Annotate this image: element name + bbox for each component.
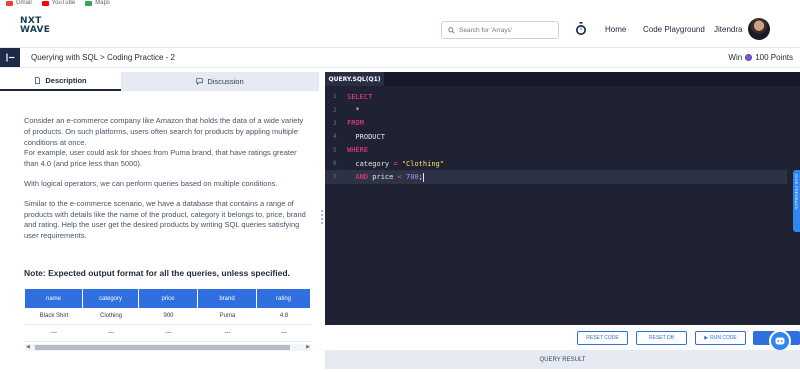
scrollbar-thumb[interactable] [35, 345, 290, 350]
query-result-bar[interactable]: QUERY RESULT [325, 350, 800, 369]
points-badge: Win 100 Points [728, 53, 793, 62]
nav-home[interactable]: Home [605, 25, 626, 34]
search-input[interactable] [459, 26, 554, 34]
table-cell: Clothing [83, 308, 139, 325]
output-format-note: Note: Expected output format for all the… [24, 268, 290, 278]
scroll-left-icon[interactable]: ◀ [26, 344, 30, 351]
reset-db-button[interactable]: RESET DB [636, 331, 687, 345]
collapse-sidebar-icon [5, 53, 14, 62]
table-cell: --- [198, 325, 257, 342]
youtube-icon [41, 0, 49, 6]
code-area[interactable]: 1 SELECT 2 * 3 FROM 4 PRODUCT 5 WHERE 6 cat… [325, 90, 787, 184]
bookmark-youtube[interactable]: YouTube [41, 0, 75, 6]
nxtwave-logo[interactable]: NXT WAVE [20, 17, 50, 35]
column-header: category [83, 289, 139, 308]
user-name[interactable]: Jitendra [714, 25, 742, 34]
text-cursor [422, 172, 424, 182]
description-paragraph: Consider an e-commerce company like Amaz… [24, 116, 304, 147]
description-paragraph: For example, user could ask for shoes fr… [24, 148, 297, 169]
table-cell: Black Shirt [25, 308, 83, 325]
table-cell: --- [25, 325, 83, 342]
bookmarks-bar: Gmail YouTube Maps [0, 0, 800, 9]
code-line: 2 * [333, 106, 360, 115]
chat-bot-icon [775, 337, 785, 345]
code-line: 4 PRODUCT [333, 132, 385, 141]
problem-tabs: Description Discussion [0, 72, 319, 91]
document-icon [35, 77, 41, 84]
coin-icon [745, 54, 753, 61]
tab-description[interactable]: Description [0, 72, 121, 91]
bookmark-gmail[interactable]: Gmail [6, 0, 32, 6]
problem-panel: Description Discussion Consider an e-com… [0, 68, 319, 373]
code-line: 3 FROM [333, 119, 364, 128]
maps-icon [85, 0, 93, 6]
bookmark-maps[interactable]: Maps [85, 0, 110, 6]
search-box[interactable] [441, 21, 559, 39]
table-header: name category price brand rating [25, 289, 311, 308]
table-cell: --- [139, 325, 198, 342]
description-paragraph: Similar to the e-commerce scenario, we h… [24, 198, 306, 241]
code-line: 1 SELECT [333, 92, 373, 101]
table-cell: --- [257, 325, 311, 342]
code-line: 6 category = "Clothing" [333, 159, 444, 168]
run-code-button[interactable]: ▶ RUN CODE [695, 331, 746, 345]
breadcrumb-bar: Querying with SQL > Coding Practice - 2 … [0, 48, 800, 68]
avatar[interactable] [748, 18, 770, 40]
chat-support-button[interactable] [769, 330, 791, 352]
horizontal-scrollbar[interactable]: ◀ ▶ [25, 344, 311, 351]
play-icon: ▶ [704, 335, 709, 341]
table-row: Black Shirt Clothing 900 Puma 4.8 [25, 308, 311, 325]
column-header: price [139, 289, 198, 308]
code-editor[interactable]: QUERY.SQL(Q1) 1 SELECT 2 * 3 FROM 4 PRODUC… [325, 72, 800, 325]
chat-bubble-icon [196, 78, 204, 85]
editor-controls: RESET CODE RESET DB ▶ RUN CODE S [325, 325, 800, 350]
table-row: --- --- --- --- --- [25, 325, 311, 342]
scroll-right-icon[interactable]: ▶ [306, 344, 310, 351]
table-cell: 4.8 [257, 308, 311, 325]
code-line: 5 WHERE [333, 146, 369, 155]
table-cell: Puma [198, 308, 257, 325]
column-header: brand [198, 289, 257, 308]
gmail-icon [6, 0, 13, 6]
search-icon [448, 26, 455, 34]
panel-resize-handle[interactable] [321, 210, 323, 228]
description-paragraph: With logical operators, we can perform q… [24, 178, 278, 188]
sidebar-toggle-button[interactable] [0, 48, 20, 67]
table-cell: --- [83, 325, 139, 342]
top-navbar: NXT WAVE Home Code Playground Jitendra [0, 9, 800, 48]
table-cell: 900 [139, 308, 198, 325]
feedback-side-tab[interactable]: GIVE FEEDBACK [793, 170, 800, 232]
nav-code-playground[interactable]: Code Playground [643, 25, 705, 34]
column-header: name [25, 289, 83, 308]
breadcrumb[interactable]: Querying with SQL > Coding Practice - 2 [31, 53, 175, 62]
editor-file-tab[interactable]: QUERY.SQL(Q1) [325, 72, 384, 86]
tab-discussion[interactable]: Discussion [121, 72, 319, 91]
expected-output-table: name category price brand rating Black S… [25, 289, 311, 342]
problem-description: Consider an e-commerce company like Amaz… [24, 116, 310, 251]
editor-tab-bar: QUERY.SQL(Q1) [325, 72, 800, 86]
column-header: rating [257, 289, 311, 308]
stopwatch-icon[interactable] [575, 22, 587, 36]
reset-code-button[interactable]: RESET CODE [577, 331, 628, 345]
code-line-active: 7 AND price < 700; [325, 170, 787, 184]
